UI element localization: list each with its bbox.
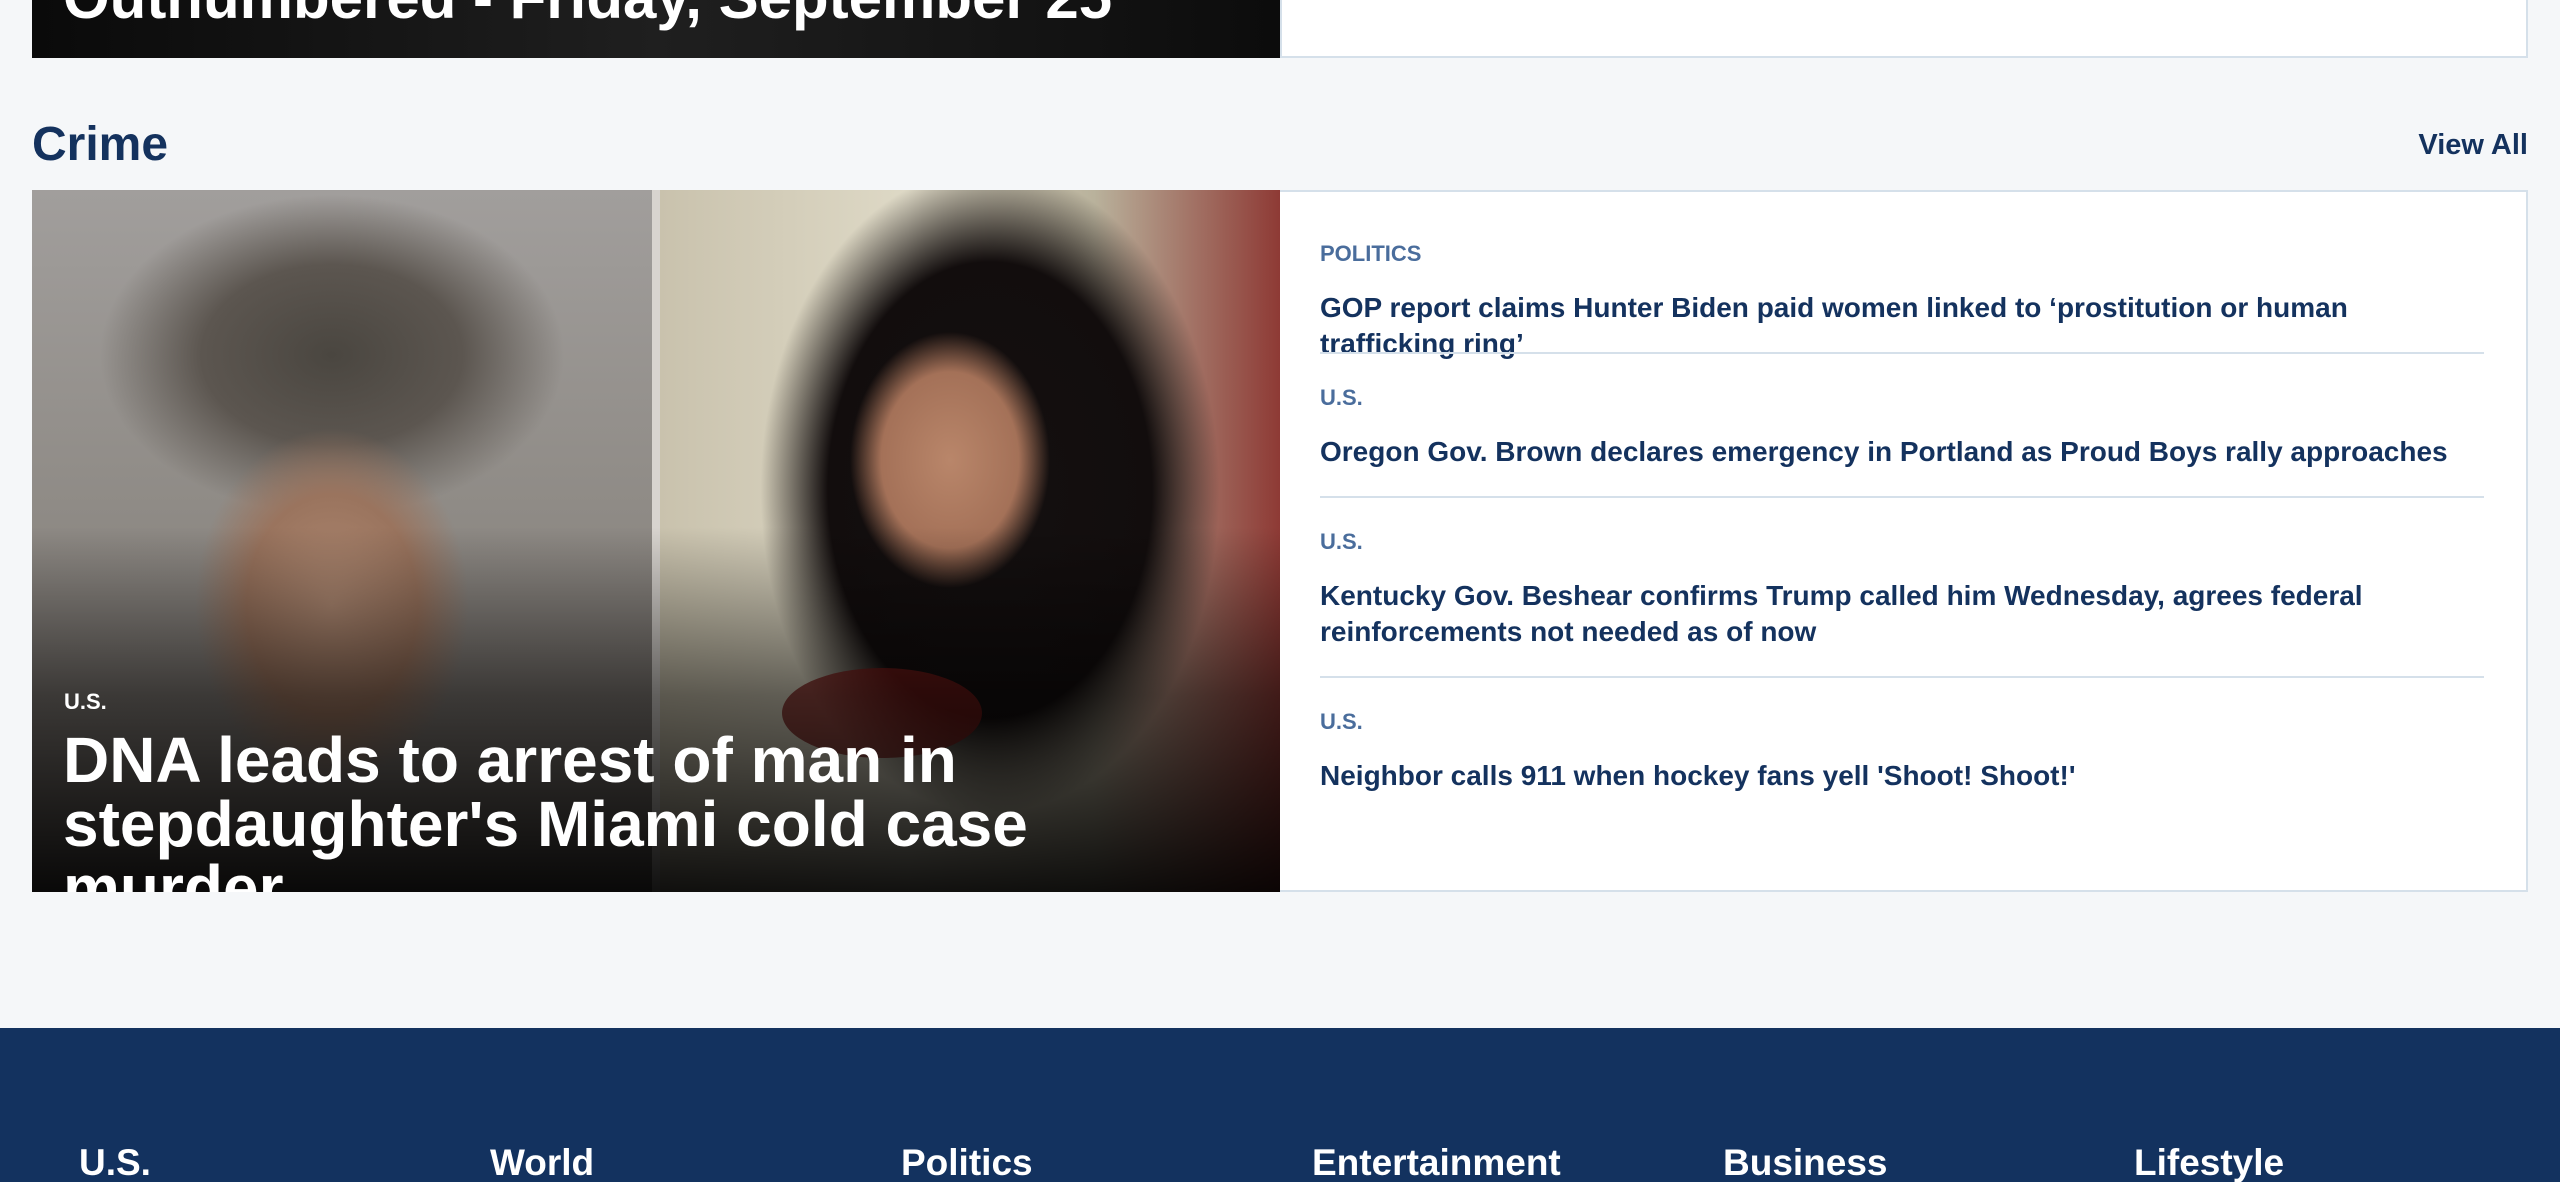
footer-link-us[interactable]: U.S. (79, 1140, 151, 1182)
divider (1320, 352, 2484, 354)
hero-story-card[interactable]: U.S. DNA leads to arrest of man in stepd… (32, 190, 1280, 892)
story-list: POLITICS GOP report claims Hunter Biden … (1280, 190, 2528, 892)
story-title[interactable]: Kentucky Gov. Beshear confirms Trump cal… (1320, 578, 2484, 650)
divider (1320, 676, 2484, 678)
hero-kicker[interactable]: U.S. (64, 688, 107, 716)
hero-headline[interactable]: DNA leads to arrest of man in stepdaught… (63, 728, 1243, 892)
top-video-title[interactable]: Outnumbered - Friday, September 25 (63, 0, 1112, 34)
footer-link-business[interactable]: Business (1723, 1140, 1888, 1182)
divider (1320, 496, 2484, 498)
list-item[interactable]: U.S. Oregon Gov. Brown declares emergenc… (1320, 384, 2484, 470)
story-kicker[interactable]: POLITICS (1320, 240, 2484, 268)
top-video-card[interactable]: Outnumbered - Friday, September 25 (32, 0, 1280, 58)
footer-link-politics[interactable]: Politics (901, 1140, 1033, 1182)
site-footer: U.S. World Politics Entertainment Busine… (0, 1028, 2560, 1182)
top-list-card (1280, 0, 2528, 58)
story-kicker[interactable]: U.S. (1320, 708, 2484, 736)
story-kicker[interactable]: U.S. (1320, 384, 2484, 412)
story-title[interactable]: Neighbor calls 911 when hockey fans yell… (1320, 758, 2484, 794)
story-kicker[interactable]: U.S. (1320, 528, 2484, 556)
footer-link-world[interactable]: World (490, 1140, 594, 1182)
section-title[interactable]: Crime (32, 112, 168, 178)
footer-link-entertainment[interactable]: Entertainment (1312, 1140, 1561, 1182)
footer-link-lifestyle[interactable]: Lifestyle (2134, 1140, 2284, 1182)
list-item[interactable]: U.S. Neighbor calls 911 when hockey fans… (1320, 708, 2484, 794)
view-all-link[interactable]: View All (2418, 126, 2528, 164)
list-item[interactable]: U.S. Kentucky Gov. Beshear confirms Trum… (1320, 528, 2484, 650)
story-title[interactable]: Oregon Gov. Brown declares emergency in … (1320, 434, 2484, 470)
list-item[interactable]: POLITICS GOP report claims Hunter Biden … (1320, 240, 2484, 362)
